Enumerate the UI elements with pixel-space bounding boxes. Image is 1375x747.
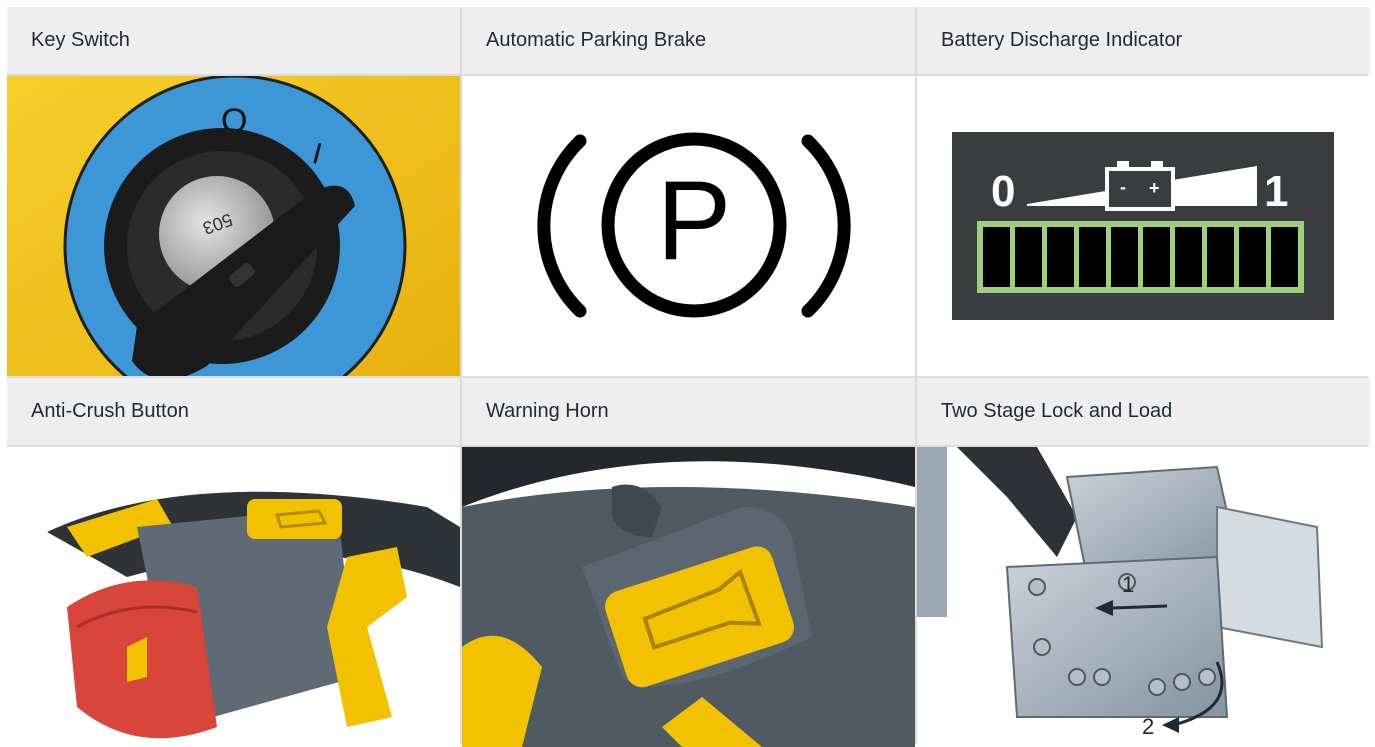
tray-frame xyxy=(1216,505,1324,649)
header-anti-crush: Anti-Crush Button xyxy=(7,378,460,445)
step-2-label: 2 xyxy=(1142,714,1154,739)
battery-min-label: 0 xyxy=(991,167,1015,216)
header-lock-and-load: Two Stage Lock and Load xyxy=(917,378,1370,445)
step-2-arrowhead xyxy=(1162,717,1179,733)
left-mount-plate xyxy=(917,447,947,617)
lock-and-load-illustration: 1 2 xyxy=(917,447,1324,739)
battery-segment xyxy=(1239,227,1266,287)
battery-segment xyxy=(1047,227,1074,287)
parking-brake-image: P xyxy=(462,76,915,376)
brake-left-arc xyxy=(537,134,587,318)
battery-segment xyxy=(983,227,1010,287)
battery-segment xyxy=(1079,227,1106,287)
header-battery-indicator: Battery Discharge Indicator xyxy=(917,7,1370,74)
battery-plus: + xyxy=(1149,178,1160,198)
warning-horn-illustration xyxy=(462,447,915,747)
battery-max-label: 1 xyxy=(1264,167,1288,216)
anti-crush-illustration xyxy=(47,491,460,739)
battery-minus: - xyxy=(1120,177,1126,197)
lock-and-load-image: 1 2 xyxy=(917,447,1370,747)
battery-segment xyxy=(1271,227,1298,287)
header-key-switch: Key Switch xyxy=(7,7,460,74)
header-parking-brake: Automatic Parking Brake xyxy=(462,7,915,74)
battery-segment xyxy=(1143,227,1170,287)
key-switch-illustration: O I 503 xyxy=(7,76,460,376)
features-grid: Key Switch Automatic Parking Brake Batte… xyxy=(7,7,1370,747)
horn-button xyxy=(247,499,342,539)
brake-letter: P xyxy=(657,158,732,283)
warning-horn-image xyxy=(462,447,915,747)
step-1-arrow-line xyxy=(1111,604,1168,610)
header-warning-horn: Warning Horn xyxy=(462,378,915,445)
battery-indicator-image: 0 1 - + xyxy=(917,76,1370,376)
battery-segment xyxy=(1015,227,1042,287)
cable-harness xyxy=(957,447,1077,557)
battery-segment xyxy=(1111,227,1138,287)
battery-segment xyxy=(1207,227,1234,287)
battery-segment xyxy=(1175,227,1202,287)
key-switch-image: O I 503 xyxy=(7,76,460,376)
parking-brake-symbol: P xyxy=(537,132,851,318)
step-1-label: 1 xyxy=(1122,572,1134,597)
battery-indicator-display: 0 1 - + xyxy=(952,132,1334,320)
battery-segment-bar xyxy=(977,221,1304,293)
anti-crush-image xyxy=(7,447,460,747)
battery-icon: - + xyxy=(1105,161,1175,211)
brake-right-arc xyxy=(801,134,851,318)
